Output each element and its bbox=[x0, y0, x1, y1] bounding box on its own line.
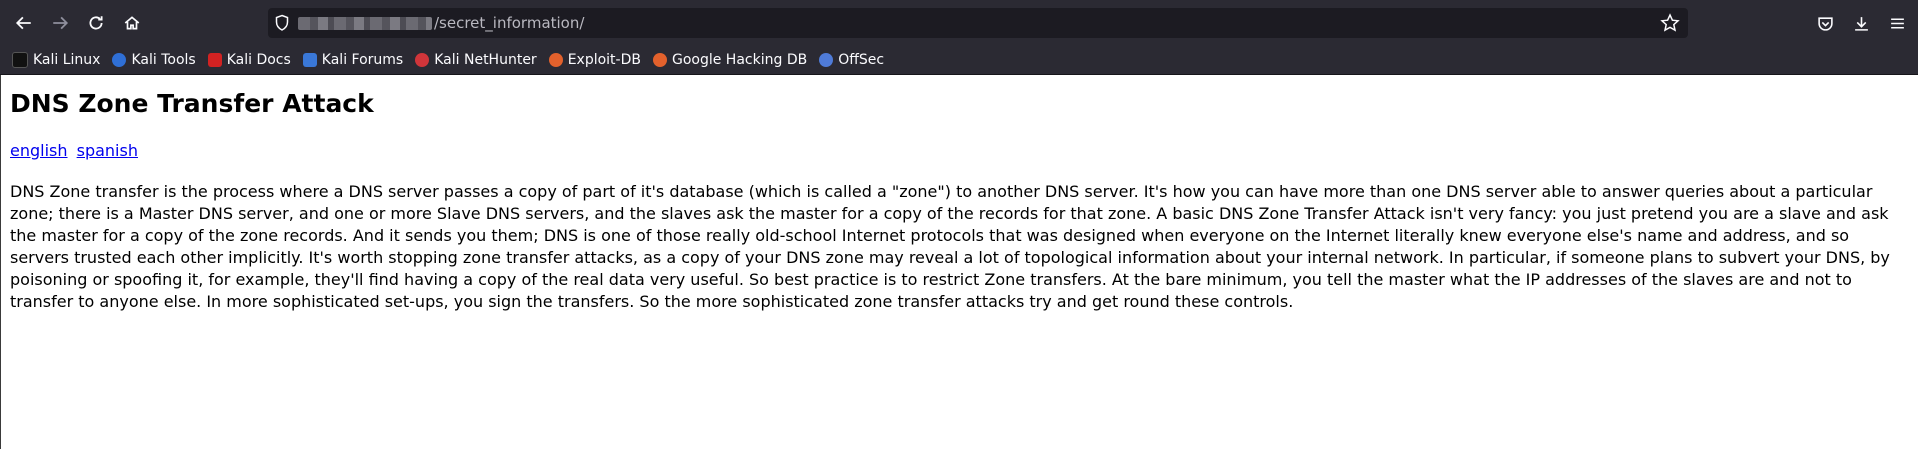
downloads-button[interactable] bbox=[1846, 8, 1876, 38]
url-path: /secret_information/ bbox=[434, 14, 585, 32]
page-title: DNS Zone Transfer Attack bbox=[10, 89, 374, 118]
kali-forums-icon bbox=[302, 53, 317, 67]
menu-button[interactable] bbox=[1882, 8, 1912, 38]
address-bar[interactable]: /secret_information/ bbox=[268, 8, 1688, 38]
download-icon bbox=[1854, 16, 1868, 31]
bookmark-star-icon[interactable] bbox=[1660, 13, 1680, 33]
bookmark-offsec[interactable]: OffSec bbox=[819, 52, 884, 68]
reload-button[interactable] bbox=[78, 5, 114, 41]
bookmark-label: Google Hacking DB bbox=[671, 52, 808, 68]
language-links: english spanish bbox=[10, 141, 1909, 160]
google-hacking-db-icon bbox=[652, 53, 667, 67]
language-link-english[interactable]: english bbox=[10, 141, 68, 160]
bookmark-google-hacking-db[interactable]: Google Hacking DB bbox=[652, 52, 808, 68]
bookmark-kali-docs[interactable]: Kali Docs bbox=[207, 52, 291, 68]
kali-nethunter-icon bbox=[415, 53, 430, 67]
bookmark-label: Kali Linux bbox=[33, 52, 101, 68]
kali-dragon-icon bbox=[12, 52, 28, 68]
home-button[interactable] bbox=[114, 5, 150, 41]
kali-tools-icon bbox=[112, 53, 127, 67]
hamburger-menu-icon bbox=[1890, 17, 1904, 29]
browser-toolbar: /secret_information/ bbox=[0, 0, 1918, 46]
bookmark-exploit-db[interactable]: Exploit-DB bbox=[548, 52, 641, 68]
home-icon bbox=[124, 16, 140, 30]
kali-docs-icon bbox=[207, 53, 222, 67]
bookmark-label: OffSec bbox=[838, 52, 885, 68]
bookmark-label: Kali NetHunter bbox=[434, 52, 537, 68]
bookmark-label: Exploit-DB bbox=[567, 52, 641, 68]
bookmarks-toolbar: Kali Linux Kali Tools Kali Docs Kali For… bbox=[0, 46, 1918, 75]
arrow-left-icon bbox=[15, 16, 31, 30]
forward-button[interactable] bbox=[42, 5, 78, 41]
pocket-icon bbox=[1817, 16, 1833, 31]
shield-icon[interactable] bbox=[274, 14, 290, 32]
reload-icon bbox=[89, 16, 103, 30]
bookmark-kali-tools[interactable]: Kali Tools bbox=[112, 52, 196, 68]
bookmark-kali-forums[interactable]: Kali Forums bbox=[302, 52, 404, 68]
bookmark-kali-nethunter[interactable]: Kali NetHunter bbox=[415, 52, 537, 68]
back-button[interactable] bbox=[6, 5, 42, 41]
bookmark-label: Kali Docs bbox=[226, 52, 291, 68]
page-content: DNS Zone Transfer Attack english spanish… bbox=[0, 75, 1918, 449]
offsec-icon bbox=[819, 53, 834, 67]
bookmark-label: Kali Forums bbox=[321, 52, 404, 68]
language-link-spanish[interactable]: spanish bbox=[77, 141, 138, 160]
url-host-redacted bbox=[298, 17, 432, 30]
pocket-button[interactable] bbox=[1810, 8, 1840, 38]
exploit-db-icon bbox=[548, 53, 563, 67]
bookmark-label: Kali Tools bbox=[131, 52, 196, 68]
article-body: DNS Zone transfer is the process where a… bbox=[10, 182, 1890, 311]
bookmark-kali-linux[interactable]: Kali Linux bbox=[12, 52, 100, 68]
arrow-right-icon bbox=[53, 16, 69, 30]
